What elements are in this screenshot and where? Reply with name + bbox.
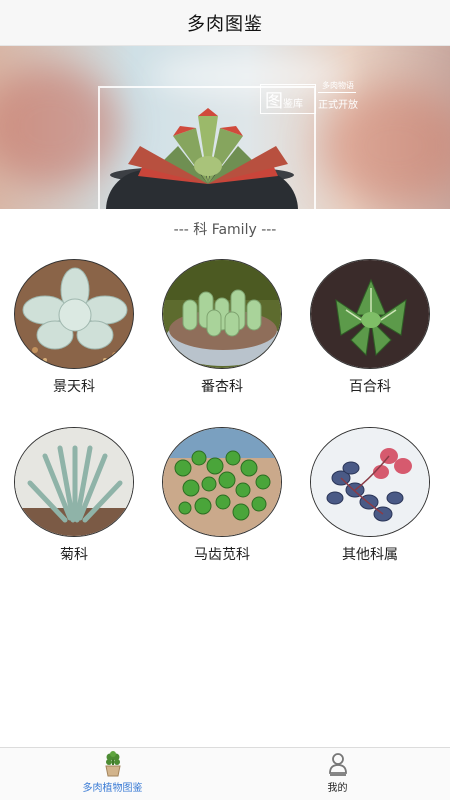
- banner-carousel[interactable]: 图 鉴库 多肉物语 正式开放: [0, 46, 450, 209]
- peperomia-photo[interactable]: [310, 427, 430, 537]
- family-label: 菊科: [60, 547, 88, 563]
- banner-brand-logo: 图 鉴库 多肉物语 正式开放: [258, 80, 360, 126]
- family-label: 番杏科: [201, 379, 243, 395]
- family-card-portulacaceae[interactable]: 马齿苋科: [160, 427, 284, 567]
- portulacaria-photo[interactable]: [162, 427, 282, 537]
- tab-label: 多肉植物图鉴: [82, 783, 143, 794]
- family-label: 景天科: [53, 379, 95, 395]
- brand-subtitle: 多肉物语: [322, 81, 354, 90]
- potted-plant-icon: [104, 751, 121, 777]
- tab-label: 我的: [327, 783, 348, 794]
- brand-name: 鉴库: [283, 99, 303, 110]
- senecio-photo[interactable]: [14, 427, 134, 537]
- user-icon: [328, 753, 347, 776]
- family-card-others[interactable]: 其他科属: [308, 427, 432, 567]
- section-heading: --- 科 Family ---: [173, 222, 277, 238]
- family-card-crassulaceae[interactable]: 景天科: [12, 259, 136, 399]
- family-label: 百合科: [349, 379, 391, 395]
- family-label: 其他科属: [342, 547, 398, 563]
- bottom-tab-bar: 多肉植物图鉴 我的: [0, 747, 450, 800]
- page-title: 多肉图鉴: [187, 13, 263, 35]
- family-label: 马齿苋科: [194, 547, 250, 563]
- haworthia-photo[interactable]: [310, 259, 430, 369]
- family-card-aizoaceae[interactable]: 番杏科: [160, 259, 284, 399]
- brand-tagline: 正式开放: [318, 100, 358, 111]
- tab-plant-guide[interactable]: 多肉植物图鉴: [0, 748, 225, 800]
- family-card-asteraceae[interactable]: 菊科: [12, 427, 136, 567]
- tab-profile[interactable]: 我的: [225, 748, 450, 800]
- brand-char: 图: [265, 91, 283, 112]
- family-card-liliaceae[interactable]: 百合科: [308, 259, 432, 399]
- lithops-photo[interactable]: [162, 259, 282, 369]
- top-app-bar: 多肉图鉴: [0, 0, 450, 46]
- echeveria-photo[interactable]: [14, 259, 134, 369]
